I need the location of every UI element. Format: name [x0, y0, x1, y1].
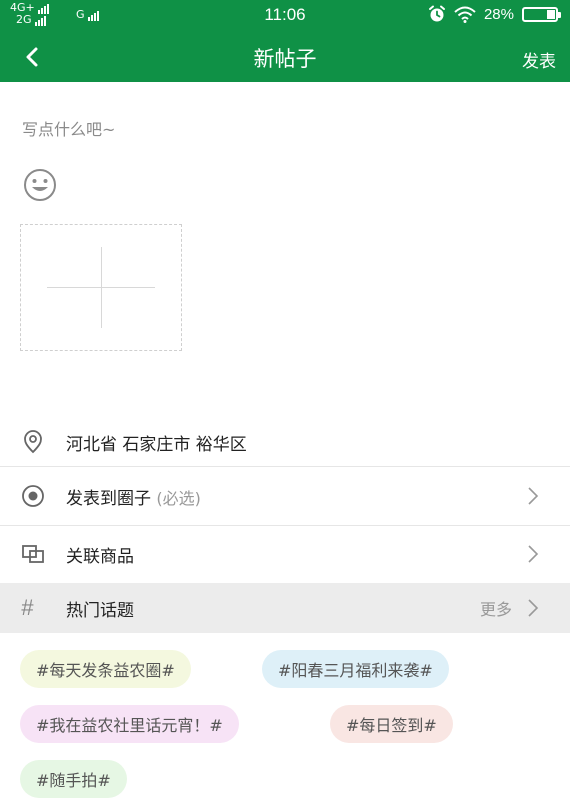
select-circle-row[interactable]: 发表到圈子 (必选) [0, 468, 570, 524]
circle-label: 发表到圈子 [66, 488, 151, 509]
link-goods-label: 关联商品 [66, 546, 134, 567]
hot-topics-header: # 热门话题 更多 [0, 583, 570, 633]
link-goods-row[interactable]: 关联商品 [0, 526, 570, 582]
title-bar: 新帖子 发表 [0, 32, 570, 82]
divider [0, 466, 570, 467]
battery-percent: 28% [483, 5, 514, 23]
topic-tag[interactable]: #每天发条益农圈# [20, 650, 191, 688]
topic-tag[interactable]: #阳春三月福利来袭# [262, 650, 449, 688]
wifi-icon [454, 6, 476, 23]
page-title: 新帖子 [253, 47, 317, 71]
radio-target-icon [22, 485, 44, 507]
location-row[interactable]: 河北省 石家庄市 裕华区 [0, 418, 570, 466]
chevron-right-icon [528, 487, 539, 505]
battery-fill [547, 9, 555, 19]
location-text: 河北省 石家庄市 裕华区 [66, 434, 247, 455]
hot-topics-label: 热门话题 [66, 600, 134, 621]
topic-tag[interactable]: #随手拍# [20, 760, 127, 798]
top-bar: 4G+ 2G G 11:06 28% 新帖子 发表 [0, 0, 570, 82]
location-pin-icon [24, 430, 42, 454]
alarm-clock-icon [428, 5, 445, 22]
link-goods-icon [22, 545, 44, 563]
more-topics-link[interactable]: 更多 [480, 596, 512, 620]
publish-button[interactable]: 发表 [522, 47, 556, 72]
topic-tag[interactable]: #我在益农社里话元宵！# [20, 705, 239, 743]
chevron-right-icon [528, 545, 539, 563]
circle-label-group: 发表到圈子 (必选) [66, 484, 201, 509]
status-bar: 4G+ 2G G 11:06 28% [0, 0, 570, 32]
smiley-face-icon[interactable] [21, 168, 59, 202]
hash-icon: # [21, 595, 34, 620]
battery-icon [522, 6, 561, 22]
post-content-input[interactable]: 写点什么吧~ [22, 116, 115, 140]
add-image-button[interactable] [20, 224, 182, 351]
plus-icon-vertical [101, 247, 102, 328]
topic-tag[interactable]: #每日签到# [330, 705, 453, 743]
circle-required-hint: (必选) [156, 488, 201, 508]
status-right-group: 28% [428, 5, 561, 23]
chevron-right-icon[interactable] [526, 598, 540, 618]
